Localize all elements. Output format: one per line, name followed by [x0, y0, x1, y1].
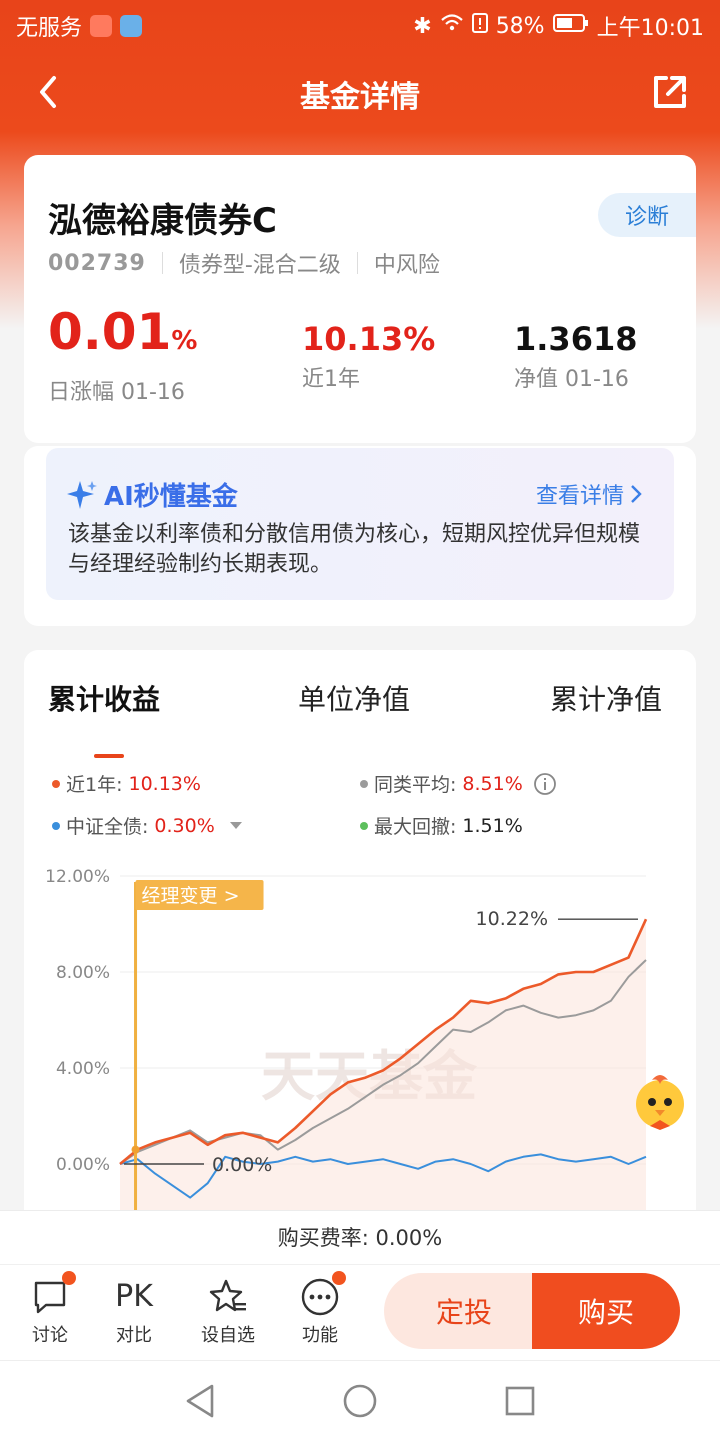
battery-icon	[552, 13, 589, 39]
diagnose-button[interactable]: 诊断	[598, 193, 696, 237]
manager-change-label: 经理变更 >	[142, 885, 240, 907]
divider	[161, 252, 163, 274]
home-circle-icon[interactable]	[342, 1383, 378, 1419]
y-tick-label: 12.00%	[45, 867, 110, 887]
back-triangle-icon[interactable]	[184, 1383, 216, 1419]
fund-type: 债券型-混合二级	[178, 253, 341, 278]
legend-near-year-value: 10.13%	[128, 772, 201, 795]
ai-summary-box[interactable]: AI秒懂基金 查看详情 该基金以利率债和分散信用债为核心，短期风控优异但规模与经…	[46, 448, 674, 600]
system-navigation	[0, 1360, 720, 1440]
bottom-action-bar: 讨论 PK 对比 设自选 功能 定投 购买	[0, 1264, 720, 1360]
legend-near-year: 近1年: 10.13%	[52, 770, 201, 797]
share-icon[interactable]	[648, 70, 692, 114]
end-value-label: 10.22%	[476, 908, 548, 930]
y-tick-label: 8.00%	[56, 963, 110, 983]
purchase-fee: 购买费率: 0.00%	[0, 1210, 720, 1264]
fund-name: 泓德裕康债券C	[48, 201, 277, 241]
legend-dot-orange	[52, 779, 60, 788]
divider	[356, 252, 358, 274]
chat-bubble-icon	[30, 1271, 76, 1317]
legend-dot-green	[360, 821, 368, 830]
year-return-value: 10.13%	[302, 320, 436, 358]
ai-summary-text: 该基金以利率债和分散信用债为核心，短期风控优异但规模与经理经验制约长期表现。	[68, 522, 641, 577]
recents-square-icon[interactable]	[504, 1385, 536, 1417]
tab-active-indicator	[94, 754, 124, 758]
start-value-label: 0.00%	[212, 1154, 272, 1176]
ai-title: AI秒懂基金	[66, 476, 238, 513]
auto-invest-button[interactable]: 定投	[384, 1273, 544, 1349]
y-tick-label: 0.00%	[56, 1155, 110, 1175]
wifi-icon	[440, 13, 464, 39]
chart-y-axis: 12.00% 8.00% 4.00% 0.00%	[45, 867, 110, 1175]
functions-label: 功能	[302, 1325, 338, 1346]
sparkle-icon	[67, 480, 97, 509]
ai-card: AI秒懂基金 查看详情 该基金以利率债和分散信用债为核心，短期风控优异但规模与经…	[24, 446, 696, 626]
year-return-label: 近1年	[302, 367, 360, 392]
daily-change-label: 日涨幅 01-16	[48, 380, 185, 405]
legend-index-value: 0.30%	[154, 814, 215, 837]
performance-card: 累计收益 单位净值 累计净值 近1年: 10.13% 同类平均: 8.51% 中证全…	[24, 650, 696, 1250]
legend-peer-average: 同类平均: 8.51%	[360, 770, 557, 797]
notification-dot	[332, 1271, 346, 1285]
legend-dot-gray	[360, 779, 368, 788]
legend-peer-value: 8.51%	[462, 772, 523, 795]
legend-drawdown-label: 最大回撤:	[374, 816, 457, 838]
app-notification-icon	[90, 15, 113, 37]
more-icon	[300, 1271, 346, 1317]
nav-kpi: 1.3618 净值 01-16	[514, 321, 637, 393]
discuss-button[interactable]: 讨论	[10, 1271, 90, 1347]
return-chart[interactable]: 12.00%8.00%4.00%0.00% 天天基金 经理变更 >10.22%0…	[24, 860, 696, 1210]
shield-notification-icon	[120, 15, 143, 37]
buy-button[interactable]: 购买	[532, 1273, 680, 1349]
functions-button[interactable]: 功能	[280, 1271, 360, 1347]
page-title: 基金详情	[300, 80, 420, 115]
watchlist-label: 设自选	[201, 1325, 255, 1346]
fund-code: 002739	[48, 250, 146, 276]
daily-change-unit: %	[171, 326, 198, 356]
tab-cumulative-nav[interactable]: 累计净值	[550, 678, 662, 718]
daily-change-value: 0.01	[48, 303, 172, 361]
tab-unit-nav[interactable]: 单位净值	[298, 678, 410, 718]
y-tick-label: 4.00%	[56, 1059, 110, 1079]
carrier-text: 无服务	[16, 16, 83, 41]
info-icon[interactable]	[533, 772, 557, 796]
legend-dot-blue	[52, 821, 60, 830]
legend-drawdown-value: 1.51%	[462, 814, 523, 837]
add-watchlist-button[interactable]: 设自选	[188, 1277, 268, 1347]
clock: 上午10:01	[596, 16, 704, 41]
pk-icon: PK	[115, 1279, 153, 1314]
legend-near-year-label: 近1年:	[66, 774, 123, 796]
manager-change-point	[131, 1145, 140, 1154]
status-bar: 无服务 ✱ 58% 上午10:01	[0, 0, 720, 50]
legend-max-drawdown: 最大回撤: 1.51%	[360, 812, 523, 839]
nav-value: 1.3618	[514, 320, 638, 358]
bluetooth-icon: ✱	[413, 13, 432, 39]
discuss-label: 讨论	[32, 1325, 68, 1346]
legend-peer-label: 同类平均:	[374, 774, 457, 796]
mascot-chick-icon[interactable]	[628, 1070, 692, 1134]
star-icon	[208, 1277, 248, 1317]
fund-risk: 中风险	[373, 253, 440, 278]
alert-icon	[471, 13, 488, 39]
battery-percent: 58%	[495, 13, 545, 39]
fund-summary-card: 泓德裕康债券C 诊断 002739 债券型-混合二级 中风险 0.01% 日涨幅…	[24, 155, 696, 443]
fund-meta: 002739 债券型-混合二级 中风险	[48, 247, 440, 279]
caret-down-icon	[229, 821, 242, 829]
chevron-right-icon	[631, 485, 642, 503]
year-return-kpi: 10.13% 近1年	[302, 321, 435, 393]
nav-bar: 基金详情	[0, 56, 720, 128]
compare-label: 对比	[116, 1325, 152, 1346]
daily-change-kpi: 0.01% 日涨幅 01-16	[48, 303, 197, 406]
compare-button[interactable]: PK 对比	[94, 1277, 174, 1347]
chart-tabs: 累计收益 单位净值 累计净值	[24, 678, 696, 758]
ai-details-text: 查看详情	[535, 484, 624, 509]
ai-details-link[interactable]: 查看详情	[536, 478, 642, 510]
nav-label: 净值 01-16	[514, 367, 629, 392]
legend-index-label: 中证全债:	[66, 816, 149, 838]
ai-title-text: AI秒懂基金	[104, 482, 238, 512]
notification-dot	[62, 1271, 76, 1285]
tab-cumulative-return[interactable]: 累计收益	[48, 678, 160, 718]
legend-index[interactable]: 中证全债: 0.30%	[52, 812, 243, 839]
